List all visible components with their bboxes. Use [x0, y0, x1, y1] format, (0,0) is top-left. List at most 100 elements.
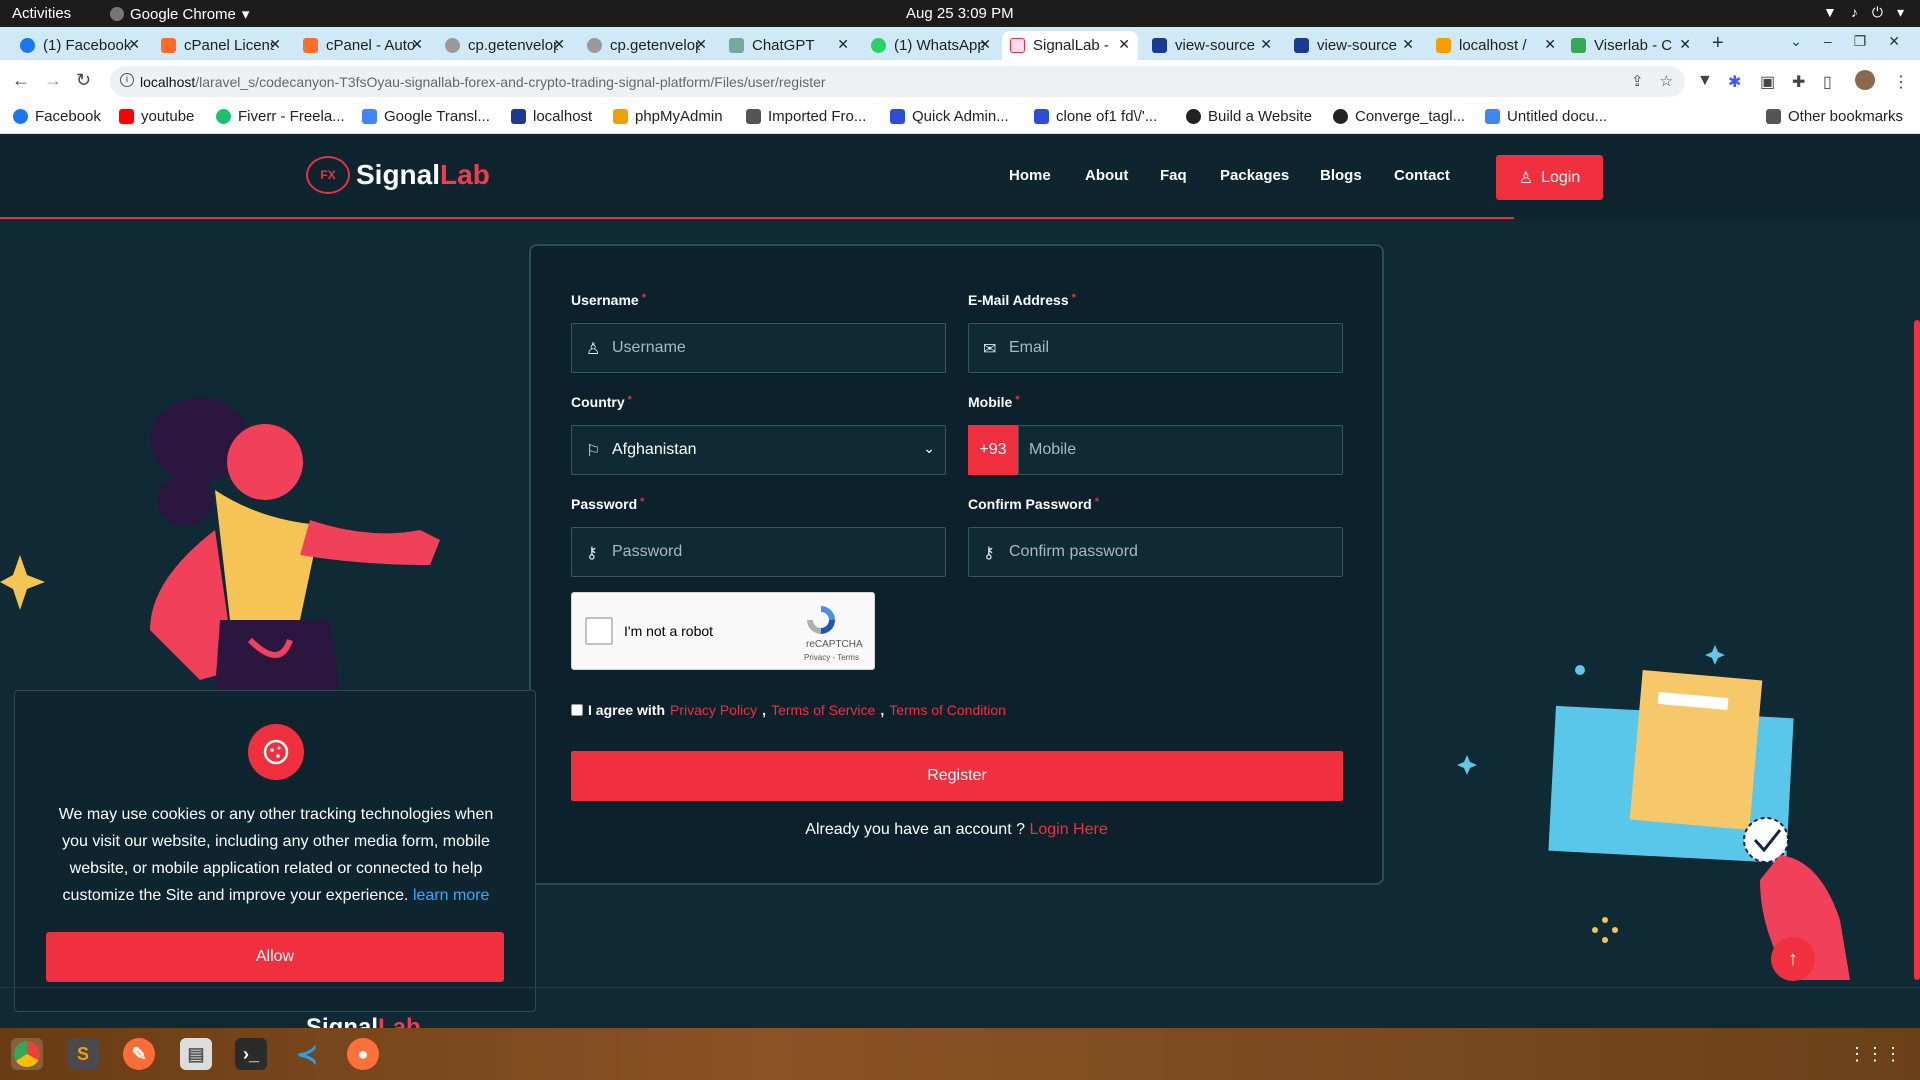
tab-search-icon[interactable]: ⌄	[1790, 33, 1802, 50]
terms-of-service-link[interactable]: Terms of Service	[771, 702, 875, 718]
chatgpt-icon	[729, 38, 744, 53]
bookmark-clone[interactable]: clone of1 fd\/'...	[1034, 108, 1157, 125]
terms-of-condition-link[interactable]: Terms of Condition	[889, 702, 1006, 718]
nav-faq[interactable]: Faq	[1160, 167, 1187, 184]
bookmark-phpmyadmin[interactable]: phpMyAdmin	[613, 108, 723, 125]
sidebar-icon[interactable]: ▯	[1823, 72, 1832, 92]
close-icon[interactable]: ✕	[1118, 36, 1130, 53]
star-icon[interactable]: ☆	[1660, 72, 1673, 90]
bookmark-google-translate[interactable]: Google Transl...	[362, 108, 490, 125]
nav-blogs[interactable]: Blogs	[1320, 167, 1362, 184]
scroll-to-top-button[interactable]: ↑	[1771, 937, 1815, 981]
bookmark-build-website[interactable]: Build a Website	[1186, 108, 1312, 125]
other-bookmarks[interactable]: Other bookmarks	[1766, 108, 1903, 125]
recaptcha-links[interactable]: Privacy - Terms	[804, 653, 859, 662]
close-icon[interactable]: ✕	[411, 36, 423, 53]
login-prompt: Already you have an account ? Login Here	[805, 821, 1108, 838]
close-icon[interactable]: ✕	[695, 36, 707, 53]
tab-cpanel-auto[interactable]: cPanel - Auto ✕	[295, 31, 431, 60]
bookmark-fiverr[interactable]: Fiverr - Freela...	[216, 108, 345, 125]
close-icon[interactable]: ✕	[1402, 36, 1414, 53]
bookmark-youtube[interactable]: youtube	[119, 108, 194, 125]
restore-icon[interactable]: ❐	[1854, 33, 1867, 50]
bookmarks-bar: Facebook youtube Fiverr - Freela... Goog…	[0, 102, 1920, 134]
show-apps-grid-icon[interactable]: ⋮⋮⋮	[1848, 1044, 1902, 1065]
agree-checkbox[interactable]	[571, 704, 583, 716]
login-here-link[interactable]: Login Here	[1029, 821, 1107, 838]
nav-home[interactable]: Home	[1009, 167, 1051, 184]
extension-gear-icon[interactable]: ✱	[1728, 72, 1741, 92]
close-icon[interactable]: ✕	[1544, 36, 1556, 53]
bookmark-localhost[interactable]: localhost	[511, 108, 592, 125]
address-bar[interactable]: i localhost/laravel_s/codecanyon-T3fsOya…	[110, 66, 1685, 97]
privacy-policy-link[interactable]: Privacy Policy	[670, 702, 757, 718]
close-icon[interactable]: ✕	[553, 36, 565, 53]
tab-cp-getenvelope[interactable]: cp.getenvelope✕	[437, 31, 573, 60]
close-icon[interactable]: ✕	[1888, 33, 1900, 50]
back-arrow-icon[interactable]: ←	[12, 70, 30, 91]
email-field[interactable]: ✉ Email	[968, 323, 1343, 373]
clock[interactable]: Aug 25 3:09 PM	[906, 5, 1014, 22]
postman-icon[interactable]: ✎	[123, 1038, 155, 1070]
share-icon[interactable]: ⇪	[1631, 72, 1644, 90]
system-top-bar: Activities Google Chrome ▾ Aug 25 3:09 P…	[0, 0, 1920, 27]
sublime-text-icon[interactable]: S	[67, 1038, 99, 1070]
bookmark-untitled-doc[interactable]: Untitled docu...	[1485, 108, 1607, 125]
vscode-icon[interactable]: ≺	[291, 1038, 323, 1070]
learn-more-link[interactable]: learn more	[413, 887, 489, 904]
tab-chatgpt[interactable]: ChatGPT ✕	[721, 31, 857, 60]
tab-facebook[interactable]: (1) Facebook ✕	[12, 31, 148, 60]
register-button[interactable]: Register	[571, 751, 1343, 801]
close-icon[interactable]: ✕	[1260, 36, 1272, 53]
firefox-icon[interactable]: ●	[347, 1038, 379, 1070]
page-scrollbar[interactable]	[1914, 320, 1920, 980]
activities-button[interactable]: Activities	[12, 5, 71, 22]
avatar[interactable]	[1855, 70, 1875, 90]
allow-cookies-button[interactable]: Allow	[46, 932, 504, 982]
system-tray[interactable]: ▼ ♪ ⏻ ▾	[1823, 4, 1904, 21]
chrome-taskbar-icon[interactable]	[11, 1038, 43, 1070]
site-logo[interactable]: FX SignalLab	[306, 156, 490, 194]
tab-whatsapp[interactable]: (1) WhatsApp ✕	[863, 31, 999, 60]
nav-about[interactable]: About	[1085, 167, 1128, 184]
youtube-icon	[119, 109, 134, 124]
confirm-password-field[interactable]: ⚷ Confirm password	[968, 527, 1343, 577]
kebab-menu-icon[interactable]: ⋮	[1893, 72, 1909, 92]
clone-icon	[1034, 109, 1049, 124]
login-button[interactable]: ♙ Login	[1496, 155, 1603, 200]
site-info-icon[interactable]: i	[120, 73, 134, 87]
username-field[interactable]: ♙ Username	[571, 323, 946, 373]
tab-cpanel-license[interactable]: cPanel License✕	[153, 31, 289, 60]
tab-viserlab[interactable]: Viserlab - C ✕	[1563, 31, 1699, 60]
vuejs-devtools-icon[interactable]: ▼	[1697, 72, 1713, 90]
country-select[interactable]: ⚐ Afghanistan ⌄	[571, 425, 946, 475]
forward-arrow-icon[interactable]: →	[44, 70, 62, 91]
extension-tc-icon[interactable]: ▣	[1760, 72, 1775, 92]
new-tab-button[interactable]: +	[1712, 32, 1724, 55]
mobile-field[interactable]: Mobile	[1018, 425, 1343, 475]
nav-packages[interactable]: Packages	[1220, 167, 1289, 184]
close-icon[interactable]: ✕	[837, 36, 849, 53]
minimize-icon[interactable]: –	[1824, 33, 1832, 50]
close-icon[interactable]: ✕	[979, 36, 991, 53]
tab-signallab[interactable]: SignalLab - ✕	[1002, 31, 1138, 60]
recaptcha-checkbox[interactable]	[585, 617, 613, 645]
reload-icon[interactable]: ↻	[76, 70, 91, 91]
bookmark-converge[interactable]: Converge_tagl...	[1333, 108, 1465, 125]
tab-localhost[interactable]: localhost / ✕	[1428, 31, 1564, 60]
nav-contact[interactable]: Contact	[1394, 167, 1450, 184]
bookmark-imported[interactable]: Imported Fro...	[746, 108, 866, 125]
tab-cp-getenvelope-2[interactable]: cp.getenvelope✕	[579, 31, 715, 60]
puzzle-icon[interactable]: ✚	[1792, 72, 1805, 92]
tab-view-source[interactable]: view-source ✕	[1144, 31, 1280, 60]
bookmark-facebook[interactable]: Facebook	[13, 108, 101, 125]
close-icon[interactable]: ✕	[1679, 36, 1691, 53]
tab-view-source-2[interactable]: view-source ✕	[1286, 31, 1422, 60]
close-icon[interactable]: ✕	[269, 36, 281, 53]
password-field[interactable]: ⚷ Password	[571, 527, 946, 577]
files-icon[interactable]: ▤	[180, 1038, 212, 1070]
app-menu[interactable]: Google Chrome ▾	[110, 5, 249, 23]
close-icon[interactable]: ✕	[128, 36, 140, 53]
bookmark-quick-admin[interactable]: Quick Admin...	[890, 108, 1009, 125]
terminal-icon[interactable]: ›_	[235, 1038, 267, 1070]
